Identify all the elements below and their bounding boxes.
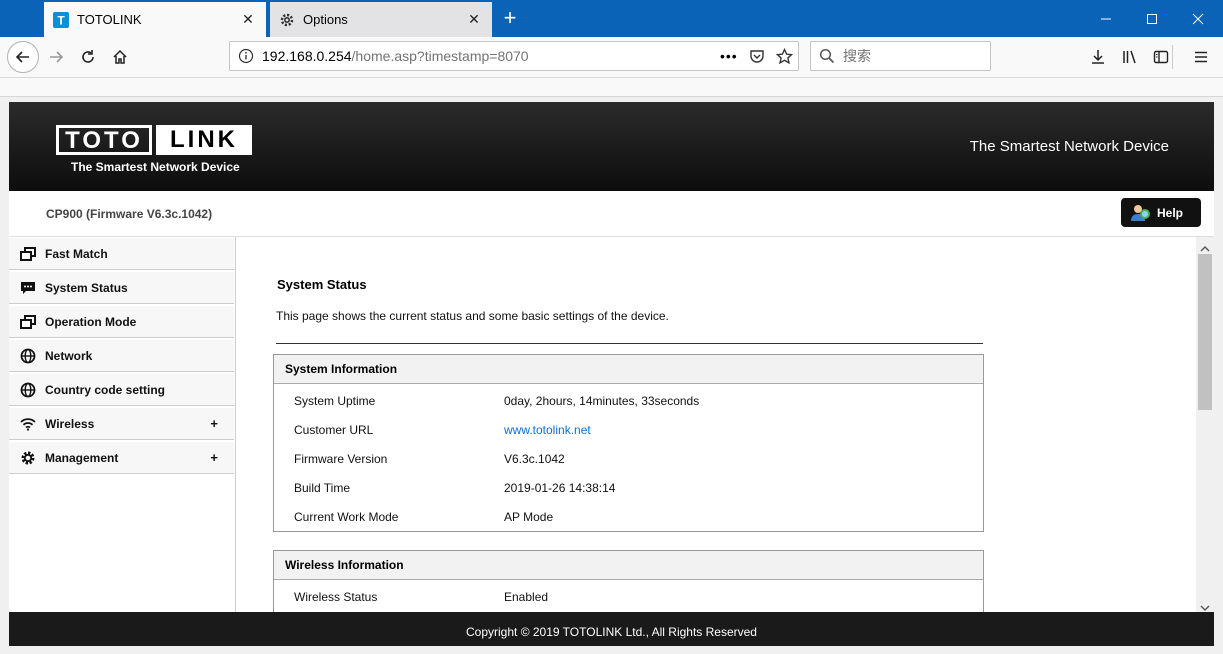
search-bar[interactable]: 搜索 <box>810 41 991 71</box>
globe-icon <box>19 381 37 399</box>
home-icon[interactable] <box>104 41 136 73</box>
expand-plus-icon[interactable]: + <box>210 416 218 431</box>
panel-heading: Wireless Information <box>274 551 983 580</box>
help-label: Help <box>1157 205 1184 220</box>
sidebar-item-country-code[interactable]: Country code setting <box>9 373 234 406</box>
router-page: TOTO LINK The Smartest Network Device Th… <box>9 102 1214 646</box>
logo-part-link: LINK <box>156 125 252 155</box>
info-label: Firmware Version <box>294 452 388 466</box>
wifi-icon <box>19 415 37 433</box>
tab-options[interactable]: Options ✕ <box>270 2 492 37</box>
wireless-information-panel: Wireless Information Wireless Status Ena… <box>273 550 984 612</box>
close-tab-icon[interactable]: ✕ <box>240 11 256 27</box>
new-tab-plus-icon[interactable]: + <box>498 6 522 30</box>
page-actions-icon[interactable]: ••• <box>720 48 738 64</box>
forward-arrow-icon[interactable] <box>40 41 72 73</box>
sidebar-item-fast-match[interactable]: Fast Match <box>9 237 234 270</box>
device-info-bar: CP900 (Firmware V6.3c.1042) Help <box>9 191 1214 237</box>
sidebar-item-label: Management <box>45 450 119 465</box>
panel-heading: System Information <box>274 355 983 384</box>
info-icon[interactable] <box>238 48 254 64</box>
tab-label: Options <box>303 12 348 27</box>
info-value: 2019-01-26 14:38:14 <box>504 481 616 495</box>
logo-part-toto: TOTO <box>56 125 152 155</box>
main-content: System Status This page shows the curren… <box>236 237 1196 612</box>
sidebar-item-management[interactable]: Management + <box>9 441 234 474</box>
minimize-icon[interactable] <box>1083 0 1129 37</box>
system-information-panel: System Information System Uptime 0day, 2… <box>273 354 984 532</box>
tab-totolink[interactable]: T TOTOLINK ✕ <box>44 2 266 37</box>
url-bar[interactable]: 192.168.0.254/home.asp?timestamp=8070 ••… <box>229 41 799 71</box>
maximize-icon[interactable] <box>1129 0 1175 37</box>
library-icon[interactable] <box>1115 41 1145 73</box>
browser-nav-bar: 192.168.0.254/home.asp?timestamp=8070 ••… <box>0 37 1223 78</box>
totolink-logo: TOTO LINK <box>56 125 252 157</box>
gear-icon <box>279 12 295 28</box>
info-label: Customer URL <box>294 423 374 437</box>
info-label: System Uptime <box>294 394 376 408</box>
sidebar-item-label: Country code setting <box>45 382 166 397</box>
search-icon <box>819 48 835 64</box>
bookmark-star-icon[interactable] <box>776 48 793 65</box>
divider <box>276 343 983 344</box>
sidebar-item-label: System Status <box>45 280 128 295</box>
sidebar-item-label: Network <box>45 348 93 363</box>
svg-text:T: T <box>57 13 65 27</box>
info-value: AP Mode <box>504 510 554 524</box>
page-footer: Copyright © 2019 TOTOLINK Ltd., All Righ… <box>9 612 1214 646</box>
sidebar-item-system-status[interactable]: System Status <box>9 271 234 304</box>
customer-url-link[interactable]: www.totolink.net <box>504 423 904 437</box>
url-path: /home.asp?timestamp=8070 <box>351 48 529 64</box>
back-arrow-icon[interactable] <box>7 41 39 73</box>
info-value: V6.3c.1042 <box>504 452 565 466</box>
toolbar-separator <box>1172 45 1173 69</box>
menu-hamburger-icon[interactable] <box>1186 41 1216 73</box>
info-value: Enabled <box>504 590 549 604</box>
expand-plus-icon[interactable]: + <box>210 450 218 465</box>
totolink-favicon-icon: T <box>53 11 69 28</box>
url-host: 192.168.0.254 <box>262 48 352 64</box>
page-description: This page shows the current status and s… <box>276 309 669 323</box>
sidebar-item-label: Fast Match <box>45 246 108 261</box>
close-tab-icon[interactable]: ✕ <box>466 11 482 27</box>
sidebar-item-operation-mode[interactable]: Operation Mode <box>9 305 234 338</box>
sidebar-menu: Fast Match System Status Operation Mode … <box>9 237 236 612</box>
gear-icon <box>19 449 37 467</box>
sidebar-item-wireless[interactable]: Wireless + <box>9 407 234 440</box>
sidebar-item-label: Operation Mode <box>45 314 137 329</box>
bookmarks-toolbar <box>0 78 1223 97</box>
download-icon[interactable] <box>1083 41 1113 73</box>
scrollbar-thumb[interactable] <box>1198 254 1212 410</box>
page-title: System Status <box>277 277 367 292</box>
help-user-icon <box>1131 204 1151 222</box>
device-model: CP900 (Firmware V6.3c.1042) <box>46 207 213 221</box>
page-header: TOTO LINK The Smartest Network Device Th… <box>9 102 1214 191</box>
info-label: Wireless Status <box>294 590 378 604</box>
globe-icon <box>19 347 37 365</box>
logo-tagline: The Smartest Network Device <box>71 160 240 174</box>
info-value: 0day, 2hours, 14minutes, 33seconds <box>504 394 700 408</box>
sidebar-item-network[interactable]: Network <box>9 339 234 372</box>
tab-label: TOTOLINK <box>77 12 142 27</box>
window-close-icon[interactable] <box>1175 0 1221 37</box>
browser-tab-bar: T TOTOLINK ✕ Options ✕ + <box>0 0 1223 37</box>
info-label: Build Time <box>294 481 351 495</box>
chat-icon <box>19 279 37 297</box>
info-label: Current Work Mode <box>294 510 399 524</box>
pocket-icon[interactable] <box>749 48 765 64</box>
help-button[interactable]: Help <box>1121 198 1201 227</box>
header-tagline: The Smartest Network Device <box>969 138 1169 155</box>
reload-icon[interactable] <box>72 41 104 73</box>
search-placeholder: 搜索 <box>843 48 871 64</box>
window-icon <box>19 245 37 263</box>
sidebar-item-label: Wireless <box>45 416 95 431</box>
window-icon <box>19 313 37 331</box>
page-scrollbar[interactable] <box>1196 237 1214 612</box>
